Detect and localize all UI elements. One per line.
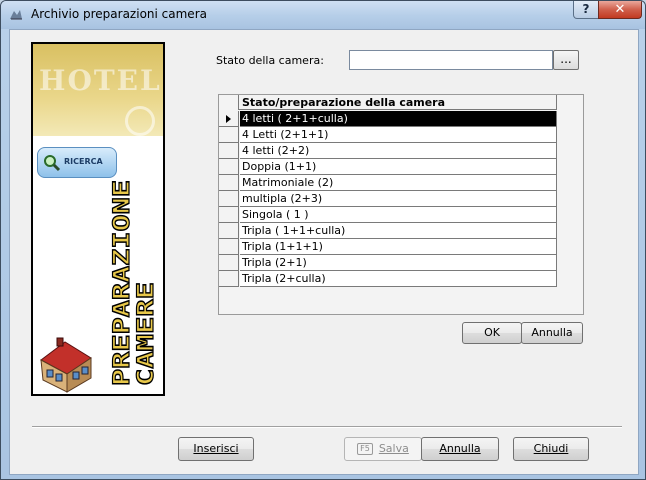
hotel-emblem [125,106,155,136]
row-cell[interactable]: 4 letti (2+2) [240,143,557,159]
dialog-body: HOTEL RICERCA PREPARAZIONE CAMERE Stato … [9,29,639,475]
chiudi-button[interactable]: Chiudi [513,437,589,461]
f5-key-icon: F5 [357,443,373,455]
row-selector[interactable] [219,175,239,191]
row-cell[interactable]: Singola ( 1 ) [240,207,557,223]
row-selector[interactable] [219,239,239,255]
row-cell[interactable]: Tripla (1+1+1) [240,239,557,255]
separator-line [32,426,622,428]
table-row[interactable]: multipla (2+3) [219,191,557,207]
hotel-sign-text: HOTEL [39,64,162,97]
dialog-window: Archivio preparazioni camera ? ✕ HOTEL R… [0,0,646,480]
vertical-text-preparazione: PREPARAZIONE [110,180,135,386]
current-row-arrow-icon [226,115,231,123]
grid-header-selector [219,95,239,110]
table-row[interactable]: Singola ( 1 ) [219,207,557,223]
ok-button[interactable]: OK [462,322,522,344]
preparazione-camere-vertical-text: PREPARAZIONE CAMERE [109,179,157,386]
table-row[interactable]: Tripla (2+1) [219,255,557,271]
table-row[interactable]: Tripla ( 1+1+culla) [219,223,557,239]
row-cell[interactable]: Tripla (2+1) [240,255,557,271]
title-bar[interactable]: Archivio preparazioni camera ? ✕ [1,1,645,29]
row-cell[interactable]: 4 letti ( 2+1+culla) [240,111,557,127]
browse-button[interactable]: ... [553,50,579,70]
row-cell[interactable]: Tripla (2+culla) [240,271,557,287]
app-icon [10,10,22,20]
hotel-image: HOTEL [33,44,163,136]
chiudi-label: Chiudi [533,442,569,455]
help-button[interactable]: ? [573,1,599,19]
table-row[interactable]: Tripla (2+culla) [219,271,557,287]
side-banner: HOTEL RICERCA PREPARAZIONE CAMERE [31,42,165,396]
salva-button[interactable]: F5 Salva [344,437,422,461]
table-row[interactable]: 4 Letti (2+1+1) [219,127,557,143]
ricerca-button[interactable]: RICERCA [37,147,117,178]
magnifier-icon [44,155,61,172]
row-selector[interactable] [219,207,239,223]
grid-header: Stato/preparazione della camera [219,95,557,110]
table-row[interactable]: Tripla (1+1+1) [219,239,557,255]
table-row[interactable]: Doppia (1+1) [219,159,557,175]
window-title: Archivio preparazioni camera [31,7,207,21]
preparazioni-grid[interactable]: Stato/preparazione della camera 4 letti … [218,94,584,315]
row-selector[interactable] [219,271,239,287]
row-selector[interactable] [219,111,239,127]
row-cell[interactable]: multipla (2+3) [240,191,557,207]
annulla-grid-button[interactable]: Annulla [521,322,583,344]
row-selector[interactable] [219,255,239,271]
grid-column-header[interactable]: Stato/preparazione della camera [240,95,557,110]
row-selector[interactable] [219,127,239,143]
row-cell[interactable]: 4 Letti (2+1+1) [240,127,557,143]
stato-camera-label: Stato della camera: [216,54,324,67]
row-cell[interactable]: Tripla ( 1+1+culla) [240,223,557,239]
row-cell[interactable]: Doppia (1+1) [240,159,557,175]
annulla-button[interactable]: Annulla [421,437,499,461]
table-row[interactable]: Matrimoniale (2) [219,175,557,191]
table-row[interactable]: 4 letti (2+2) [219,143,557,159]
inserisci-button[interactable]: Inserisci [178,437,254,461]
salva-label: Salva [378,442,409,455]
row-cell[interactable]: Matrimoniale (2) [240,175,557,191]
annulla-label: Annulla [439,442,481,455]
row-selector[interactable] [219,159,239,175]
close-button[interactable]: ✕ [598,1,642,19]
vertical-text-camere: CAMERE [134,282,157,386]
row-selector[interactable] [219,191,239,207]
table-row[interactable]: 4 letti ( 2+1+culla) [219,111,557,127]
row-selector[interactable] [219,143,239,159]
ricerca-label: RICERCA [64,157,103,166]
house-icon [40,337,92,393]
inserisci-label: Inserisci [193,442,239,455]
row-selector[interactable] [219,223,239,239]
stato-camera-input[interactable] [349,50,553,70]
